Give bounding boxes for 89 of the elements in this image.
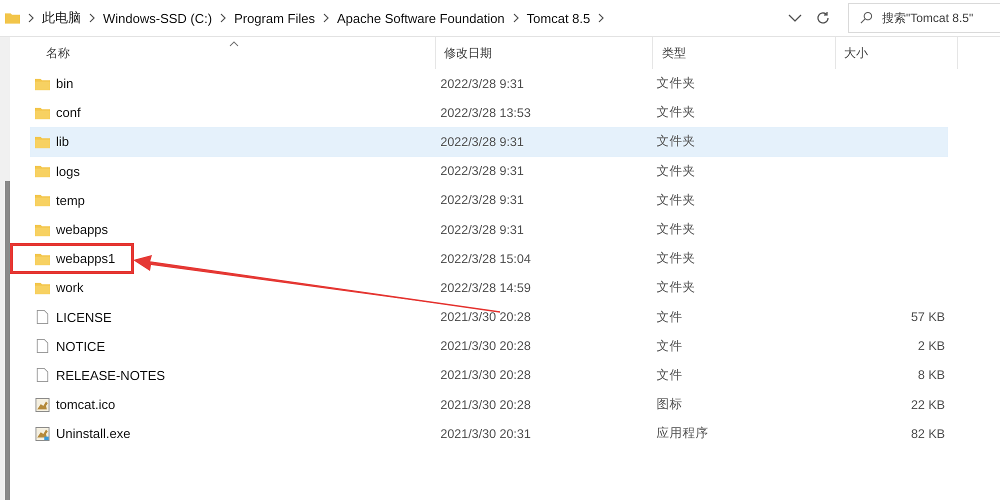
modified-date: 2022/3/28 9:31 — [440, 222, 524, 237]
file-name[interactable]: NOTICE — [56, 338, 106, 354]
folder-icon — [35, 164, 50, 178]
file-row[interactable]: temp 2022/3/28 9:31 文件夹 — [30, 186, 948, 215]
file-size: 82 KB — [910, 426, 945, 441]
modified-date: 2022/3/28 14:59 — [440, 280, 531, 295]
chevron-right-icon — [512, 13, 519, 23]
file-row[interactable]: LICENSE 2021/3/30 20:28 文件 57 KB — [30, 302, 948, 332]
folder-icon — [35, 106, 50, 120]
folder-icon — [35, 280, 50, 295]
file-type: 文件夹 — [656, 250, 696, 268]
search-icon — [860, 11, 873, 24]
modified-date: 2022/3/28 9:31 — [440, 164, 524, 178]
file-row[interactable]: logs 2022/3/28 9:31 文件夹 — [30, 156, 948, 186]
file-name[interactable]: tomcat.ico — [56, 397, 116, 412]
modified-date: 2022/3/28 15:04 — [440, 252, 531, 266]
breadcrumb-item[interactable]: Program Files — [234, 10, 315, 26]
folder-icon — [35, 222, 50, 237]
search-field[interactable]: 搜索"Tomcat 8.5" — [848, 3, 1000, 33]
file-type: 图标 — [656, 396, 683, 414]
modified-date: 2021/3/30 20:28 — [440, 368, 531, 382]
modified-date: 2021/3/30 20:28 — [440, 339, 531, 354]
file-row[interactable]: tomcat.ico 2021/3/30 20:28 图标 22 KB — [30, 390, 948, 420]
file-name[interactable]: webapps1 — [56, 251, 116, 266]
column-header[interactable]: 修改日期 — [444, 44, 492, 62]
chevron-right-icon — [598, 13, 604, 23]
file-row[interactable]: webapps 2022/3/28 9:31 文件夹 — [30, 214, 948, 244]
file-name[interactable]: work — [56, 280, 84, 296]
file-row[interactable]: lib 2022/3/28 9:31 文件夹 — [30, 127, 948, 157]
file-icon — [35, 310, 50, 324]
column-header[interactable]: 类型 — [662, 44, 686, 62]
file-row[interactable]: conf 2022/3/28 13:53 文件夹 — [30, 98, 948, 128]
folder-icon — [35, 134, 50, 149]
modified-date: 2022/3/28 9:31 — [440, 134, 524, 149]
column-header[interactable]: 名称 — [46, 44, 70, 62]
file-name[interactable]: bin — [56, 76, 74, 92]
dropdown-chevron-icon[interactable] — [788, 14, 802, 22]
file-name[interactable]: LICENSE — [56, 310, 112, 325]
file-name[interactable]: lib — [56, 134, 70, 150]
folder-icon — [35, 76, 50, 91]
file-type: 文件夹 — [656, 133, 696, 150]
file-name[interactable]: Uninstall.exe — [56, 426, 130, 442]
folder-icon — [5, 12, 20, 24]
chevron-right-icon — [28, 13, 34, 23]
file-type: 文件夹 — [656, 75, 696, 92]
file-type: 文件夹 — [656, 104, 696, 122]
file-name[interactable]: RELEASE-NOTES — [56, 368, 166, 383]
breadcrumb-item[interactable]: Tomcat 8.5 — [526, 10, 590, 26]
file-name[interactable]: logs — [56, 164, 80, 179]
chevron-right-icon — [89, 13, 95, 23]
file-type: 文件 — [656, 338, 683, 355]
chevron-right-icon — [220, 13, 226, 23]
refresh-icon[interactable] — [816, 11, 830, 25]
column-header[interactable]: 大小 — [844, 44, 868, 62]
file-name[interactable]: temp — [56, 192, 85, 208]
folder-icon — [35, 193, 50, 208]
breadcrumb-item[interactable]: 此电脑 — [42, 9, 81, 27]
file-name[interactable]: conf — [56, 105, 81, 120]
file-type: 文件 — [656, 366, 683, 384]
file-type: 文件夹 — [656, 221, 696, 238]
file-name[interactable]: webapps — [56, 222, 108, 238]
modified-date: 2022/3/28 9:31 — [440, 76, 524, 91]
file-type: 应用程序 — [656, 425, 709, 442]
modified-date: 2021/3/30 20:31 — [440, 426, 531, 441]
file-row[interactable]: bin 2022/3/28 9:31 文件夹 — [30, 69, 948, 98]
file-row[interactable]: Uninstall.exe 2021/3/30 20:31 应用程序 82 KB — [30, 419, 948, 448]
folder-icon — [35, 252, 50, 266]
file-type: 文件夹 — [656, 162, 696, 180]
file-size: 2 KB — [918, 339, 945, 354]
file-row[interactable]: work 2022/3/28 14:59 文件夹 — [30, 273, 948, 302]
program-icon — [35, 426, 50, 441]
file-size: 8 KB — [918, 368, 945, 382]
file-type: 文件夹 — [656, 279, 696, 296]
modified-date: 2022/3/28 9:31 — [440, 193, 524, 208]
file-type: 文件夹 — [656, 192, 696, 209]
file-type: 文件 — [656, 308, 683, 326]
file-row[interactable]: RELEASE-NOTES 2021/3/30 20:28 文件 8 KB — [30, 360, 948, 390]
modified-date: 2021/3/30 20:28 — [440, 310, 531, 324]
modified-date: 2021/3/30 20:28 — [440, 398, 531, 412]
file-size: 57 KB — [910, 310, 945, 324]
sort-caret-icon — [229, 41, 239, 47]
file-icon — [35, 339, 50, 354]
modified-date: 2022/3/28 13:53 — [440, 106, 531, 120]
file-icon — [35, 368, 50, 382]
file-size: 22 KB — [910, 398, 945, 412]
chevron-right-icon — [323, 13, 329, 23]
file-row[interactable]: NOTICE 2021/3/30 20:28 文件 2 KB — [30, 332, 948, 361]
breadcrumb-item[interactable]: Apache Software Foundation — [337, 10, 505, 26]
breadcrumb-item[interactable]: Windows-SSD (C:) — [103, 10, 212, 26]
